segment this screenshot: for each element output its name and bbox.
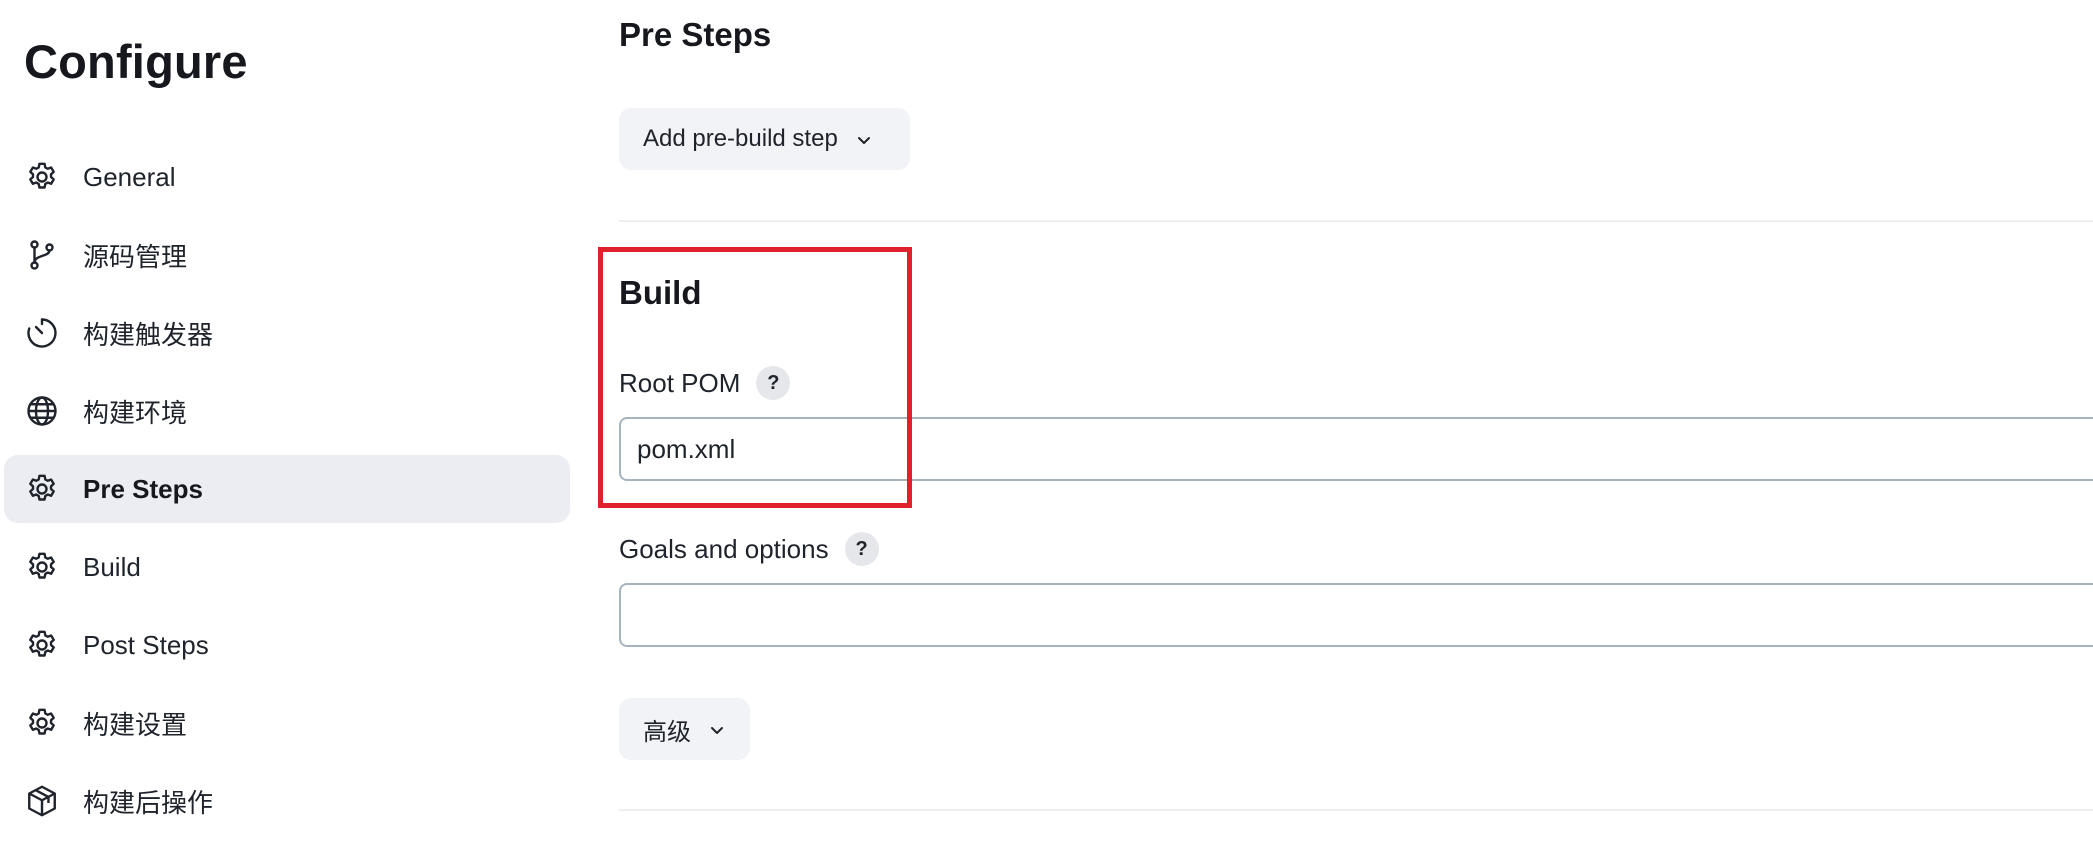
sidebar-item-post-steps[interactable]: Post Steps	[4, 611, 570, 679]
sidebar-item-build-settings[interactable]: 构建设置	[4, 689, 570, 757]
gear-icon	[24, 471, 60, 507]
goals-and-options-label: Goals and options ?	[619, 532, 879, 566]
branch-icon	[24, 237, 60, 273]
chevron-down-icon	[854, 129, 874, 149]
sidebar-item-source-management[interactable]: 源码管理	[4, 221, 570, 289]
sidebar-item-general[interactable]: General	[4, 143, 570, 211]
chevron-down-icon	[707, 719, 727, 739]
advanced-label: 高级	[643, 718, 691, 746]
sidebar-item-label: General	[83, 161, 176, 192]
page-title: Configure	[24, 35, 248, 88]
globe-icon	[24, 393, 60, 429]
root-pom-label: Root POM ?	[619, 366, 791, 400]
sidebar-item-label: Pre Steps	[83, 473, 203, 504]
sidebar-item-post-build-actions[interactable]: 构建后操作	[4, 767, 570, 835]
section-divider	[619, 220, 2093, 222]
sidebar-item-label: 构建设置	[83, 709, 188, 740]
gear-icon	[24, 549, 60, 585]
gear-icon	[24, 705, 60, 741]
gear-icon	[24, 627, 60, 663]
advanced-button[interactable]: 高级	[619, 698, 750, 760]
root-pom-help-button[interactable]: ?	[756, 366, 791, 400]
sidebar-item-label: 源码管理	[83, 241, 188, 272]
goals-and-options-label-text: Goals and options	[619, 533, 829, 564]
section-divider	[619, 809, 2093, 811]
gear-icon	[24, 159, 60, 195]
pre-steps-heading: Pre Steps	[619, 16, 772, 53]
sidebar-item-label: 构建环境	[83, 397, 188, 428]
sidebar-item-label: 构建后操作	[83, 787, 214, 818]
sidebar-item-label: Post Steps	[83, 629, 209, 660]
goals-and-options-input[interactable]	[619, 583, 2093, 647]
goals-help-button[interactable]: ?	[844, 532, 879, 566]
sidebar-item-build[interactable]: Build	[4, 533, 570, 601]
clock-icon	[24, 315, 60, 351]
sidebar-item-pre-steps[interactable]: Pre Steps	[4, 455, 570, 523]
add-pre-build-step-label: Add pre-build step	[643, 125, 838, 152]
sidebar-item-label: Build	[83, 551, 141, 582]
sidebar-item-build-environment[interactable]: 构建环境	[4, 377, 570, 445]
sidebar-item-build-triggers[interactable]: 构建触发器	[4, 299, 570, 367]
add-pre-build-step-button[interactable]: Add pre-build step	[619, 108, 910, 170]
root-pom-label-text: Root POM	[619, 367, 741, 398]
sidebar-item-label: 构建触发器	[83, 319, 214, 350]
sidebar: Configure General 源码管理 构建触发器 构建环境 Pre St…	[0, 0, 580, 847]
build-heading: Build	[619, 274, 702, 311]
root-pom-input[interactable]	[619, 417, 2093, 481]
package-icon	[24, 783, 60, 819]
main-content: Pre Steps Add pre-build step Build Root …	[619, 0, 2093, 847]
